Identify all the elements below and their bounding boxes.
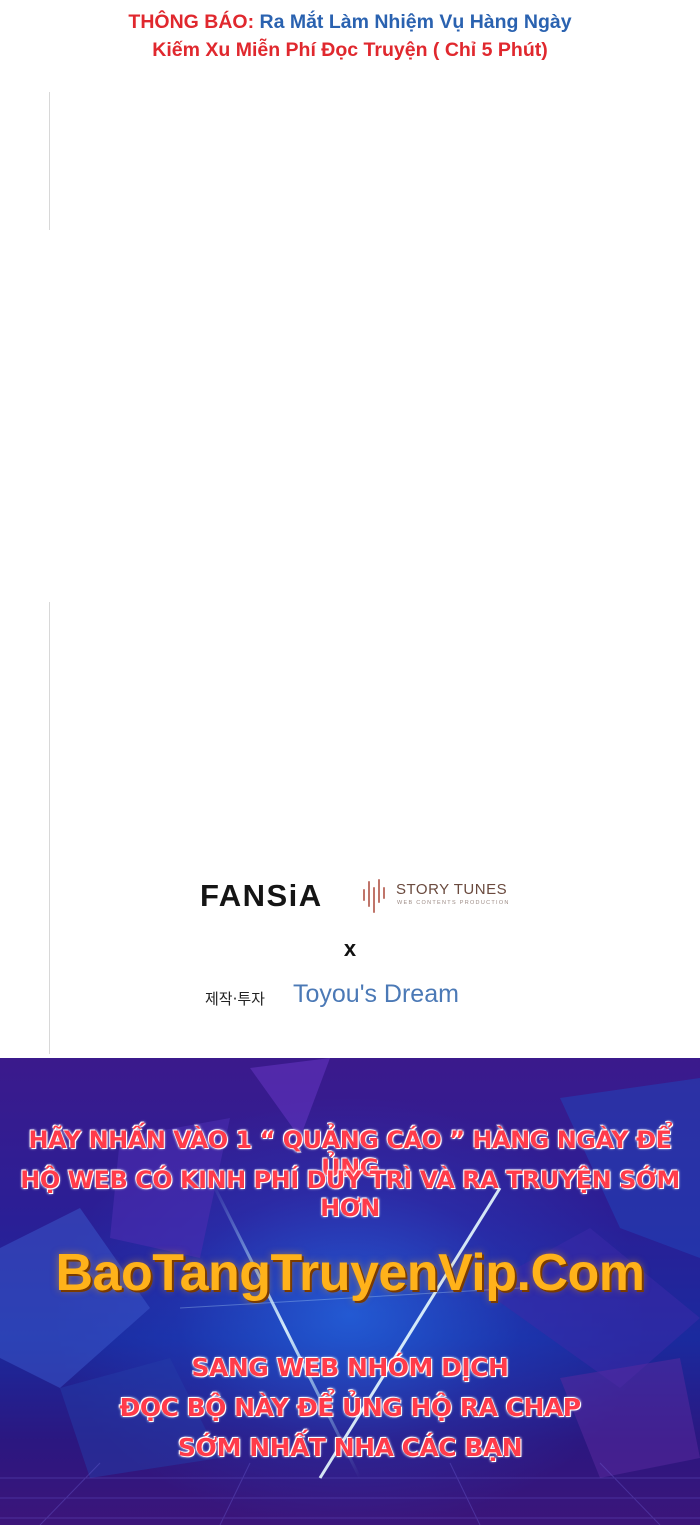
fansia-logo: FANSiA <box>200 878 323 913</box>
site-link[interactable]: BaoTangTruyenVip.Com <box>0 1243 700 1303</box>
promo-line-4: ĐỌC BỘ NÀY ĐỂ ỦNG HỘ RA CHAP <box>119 1393 581 1422</box>
story-tunes-wave-icon <box>363 879 385 913</box>
production-label: 제작·투자 <box>205 990 265 1008</box>
promo-line-3: SANG WEB NHÓM DỊCH <box>191 1353 509 1382</box>
announcement-text: Ra Mắt Làm Nhiệm Vụ Hàng Ngày <box>254 11 572 33</box>
announcement-line-2: Kiếm Xu Miễn Phí Đọc Truyện ( Chỉ 5 Phút… <box>152 39 548 61</box>
promo-line-2: HỘ WEB CÓ KINH PHÍ DUY TRÌ VÀ RA TRUYỆN … <box>20 1166 680 1222</box>
credits-panel: FANSiA STORY TUNES WEB CONTENTS PRODUCTI… <box>0 870 700 1030</box>
promo-banner[interactable]: HÃY NHẤN VÀO 1 “ QUẢNG CÁO ” HÀNG NGÀY Đ… <box>0 1058 700 1525</box>
page-edge-line <box>49 92 50 230</box>
announcement-label: THÔNG BÁO: <box>128 11 255 33</box>
promo-line-5: SỚM NHẤT NHA CÁC BẠN <box>177 1433 523 1462</box>
story-tunes-subtitle: WEB CONTENTS PRODUCTION <box>397 900 510 906</box>
story-tunes-name: STORY TUNES <box>396 881 508 898</box>
announcement-line-1: THÔNG BÁO: Ra Mắt Làm Nhiệm Vụ Hàng Ngày <box>0 8 700 36</box>
collab-x: x <box>343 936 357 961</box>
announcement-banner[interactable]: THÔNG BÁO: Ra Mắt Làm Nhiệm Vụ Hàng Ngày… <box>0 8 700 64</box>
toyous-dream-logo: Toyou's Dream <box>293 980 459 1008</box>
